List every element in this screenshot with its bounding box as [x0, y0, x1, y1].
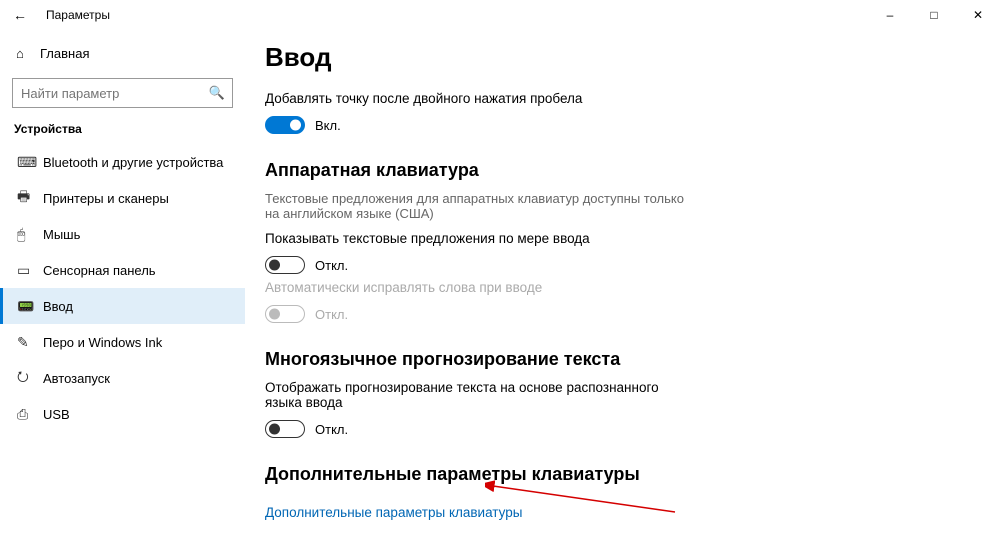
section-advanced-keyboard: Дополнительные параметры клавиатуры: [265, 464, 960, 485]
nav-icon: ⌨: [17, 154, 43, 171]
toggle-period-after-double-space[interactable]: [265, 116, 305, 134]
nav-list: ⌨Bluetooth и другие устройства🖶Принтеры …: [0, 144, 245, 432]
nav-item[interactable]: ⌨Bluetooth и другие устройства: [0, 144, 245, 180]
search-input[interactable]: [12, 78, 233, 108]
window-controls: ‒ □ ✕: [868, 0, 1000, 30]
nav-icon: ▭: [17, 262, 43, 279]
maximize-button[interactable]: □: [912, 0, 956, 30]
nav-item[interactable]: ⭮Автозапуск: [0, 360, 245, 396]
nav-item[interactable]: ▭Сенсорная панель: [0, 252, 245, 288]
nav-icon: ⭮: [17, 366, 43, 390]
nav-group-title: Устройства: [0, 122, 245, 136]
nav-item[interactable]: 🖶Принтеры и сканеры: [0, 180, 245, 216]
title-bar: ← Параметры ‒ □ ✕: [0, 0, 1000, 30]
nav-label: Мышь: [43, 227, 80, 242]
nav-label: Сенсорная панель: [43, 263, 156, 278]
nav-icon: 📟: [17, 298, 43, 315]
nav-label: Автозапуск: [43, 371, 110, 386]
minimize-button[interactable]: ‒: [868, 0, 912, 30]
option-label: Автоматически исправлять слова при вводе: [265, 280, 960, 295]
nav-icon: 🖶: [17, 186, 43, 210]
section-desc: Текстовые предложения для аппаратных кла…: [265, 191, 685, 221]
advanced-keyboard-link[interactable]: Дополнительные параметры клавиатуры: [265, 505, 522, 520]
nav-icon: ✎: [17, 334, 43, 351]
back-button[interactable]: ←: [8, 3, 32, 27]
option-label: Добавлять точку после двойного нажатия п…: [265, 91, 960, 106]
nav-item[interactable]: ✎Перо и Windows Ink: [0, 324, 245, 360]
nav-item[interactable]: ⎙USB: [0, 396, 245, 432]
toggle-state: Откл.: [315, 422, 348, 437]
search-wrap: 🔍: [12, 78, 233, 108]
nav-item[interactable]: 📟Ввод: [0, 288, 245, 324]
content-area: Ввод Добавлять точку после двойного нажа…: [245, 30, 1000, 533]
nav-item[interactable]: 🖱Мышь: [0, 216, 245, 252]
home-icon: ⌂: [16, 46, 40, 61]
window-title: Параметры: [46, 8, 110, 22]
sidebar: ⌂ Главная 🔍 Устройства ⌨Bluetooth и друг…: [0, 30, 245, 533]
option-label: Отображать прогнозирование текста на осн…: [265, 380, 685, 410]
toggle-state: Откл.: [315, 307, 348, 322]
toggle-multilingual-prediction[interactable]: [265, 420, 305, 438]
toggle-show-text-suggestions[interactable]: [265, 256, 305, 274]
toggle-state: Откл.: [315, 258, 348, 273]
nav-label: Bluetooth и другие устройства: [43, 155, 223, 170]
toggle-autocorrect-words: [265, 305, 305, 323]
section-hardware-keyboard: Аппаратная клавиатура: [265, 160, 960, 181]
page-title: Ввод: [265, 42, 960, 73]
nav-label: Перо и Windows Ink: [43, 335, 162, 350]
nav-icon: ⎙: [17, 406, 43, 423]
nav-label: USB: [43, 407, 70, 422]
nav-icon: 🖱: [17, 226, 43, 243]
toggle-state: Вкл.: [315, 118, 341, 133]
nav-label: Ввод: [43, 299, 73, 314]
home-link[interactable]: ⌂ Главная: [0, 36, 245, 70]
option-label: Показывать текстовые предложения по мере…: [265, 231, 960, 246]
section-multilingual: Многоязычное прогнозирование текста: [265, 349, 960, 370]
nav-label: Принтеры и сканеры: [43, 191, 169, 206]
close-button[interactable]: ✕: [956, 0, 1000, 30]
home-label: Главная: [40, 46, 89, 61]
